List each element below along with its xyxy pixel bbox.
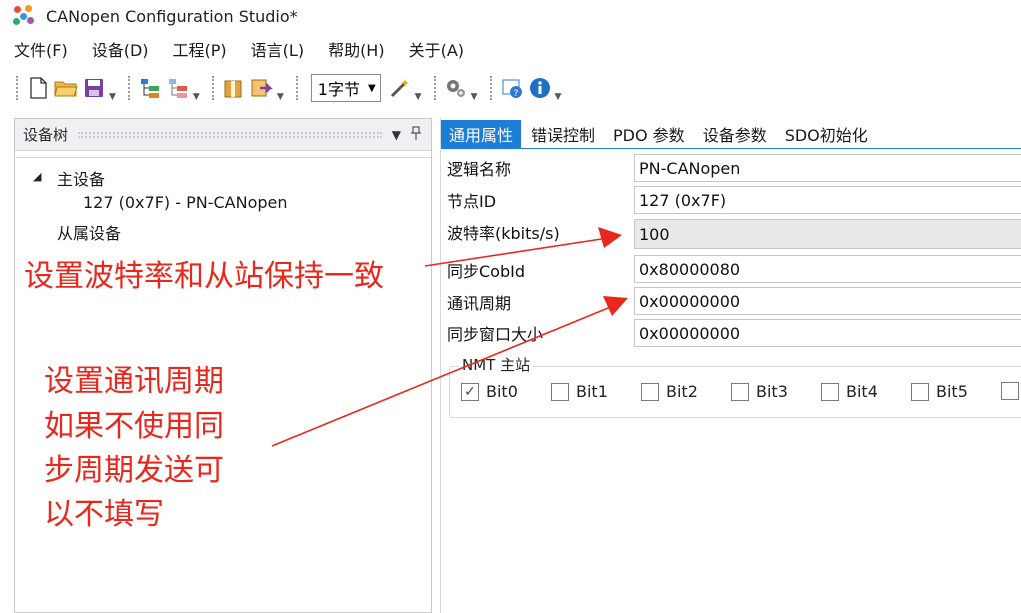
panel-header: 设备树 ▼ <box>15 119 431 151</box>
toolbar-grip[interactable] <box>127 76 131 100</box>
period-annotation-line4: 以不填写 <box>44 497 164 532</box>
baud-rate-annotation: 设置波特率和从站保持一致 <box>24 259 384 294</box>
import-icon[interactable] <box>249 75 275 101</box>
period-annotation-line1: 设置通讯周期 <box>44 364 224 399</box>
remove-device-icon[interactable] <box>165 75 191 101</box>
nmt-bit3-checkbox[interactable]: Bit3 <box>731 382 788 401</box>
tab-pdo[interactable]: PDO 参数 <box>605 120 693 148</box>
tab-general[interactable]: 通用属性 <box>441 120 522 148</box>
bit-label: Bit0 <box>486 382 518 401</box>
bit-label: Bit2 <box>666 382 698 401</box>
sync-cobid-field[interactable]: 0x80000080 <box>634 255 1021 283</box>
expand-arrow-icon[interactable]: ◢ <box>33 170 41 183</box>
bit-label: Bit1 <box>576 382 608 401</box>
export-icon[interactable] <box>221 75 247 101</box>
nmt-bit0-checkbox[interactable]: ✓ Bit0 <box>461 382 518 401</box>
bit-label: Bit4 <box>846 382 878 401</box>
sync-window-label: 同步窗口大小 <box>447 325 544 344</box>
magic-wand-icon[interactable] <box>387 75 413 101</box>
period-annotation-line2: 如果不使用同 <box>44 409 224 444</box>
tab-underline <box>441 148 1021 149</box>
panel-title: 设备树 <box>23 126 69 144</box>
sync-window-field[interactable]: 0x00000000 <box>634 319 1021 347</box>
menu-file[interactable]: 文件(F) <box>14 37 68 61</box>
add-device-icon[interactable] <box>137 75 163 101</box>
properties-panel: 通用属性 错误控制 PDO 参数 设备参数 SDO初始化 逻辑名称 PN-CAN… <box>440 118 1021 613</box>
sync-cobid-label: 同步CobId <box>447 262 525 281</box>
app-logo-icon <box>12 4 36 28</box>
bit-label: Bit3 <box>756 382 788 401</box>
chevron-down-icon[interactable]: ▼ <box>109 92 116 108</box>
menu-help[interactable]: 帮助(H) <box>328 37 385 61</box>
unit-select-value: 1字节 <box>317 80 360 99</box>
logical-name-field[interactable]: PN-CANopen <box>634 154 1021 182</box>
tree-item-master-node[interactable]: 127 (0x7F) - PN-CANopen <box>83 193 288 212</box>
toolbar: ▼ ▼ ▼ 1字节 ▼ ▼ ▼ ? ▼ <box>0 68 1021 108</box>
toolbar-grip[interactable] <box>489 76 493 100</box>
open-folder-icon[interactable] <box>53 75 79 101</box>
checkmark-icon: ✓ <box>461 382 479 401</box>
nmt-bit1-checkbox[interactable]: Bit1 <box>551 382 608 401</box>
menu-device[interactable]: 设备(D) <box>92 37 149 61</box>
nmt-bit6-checkbox[interactable] <box>1001 382 1021 400</box>
bit-label: Bit5 <box>936 382 968 401</box>
node-id-label: 节点ID <box>447 192 497 211</box>
tab-bar: 通用属性 错误控制 PDO 参数 设备参数 SDO初始化 <box>441 118 1021 148</box>
panel-drag-handle[interactable] <box>78 131 382 138</box>
title-bar: CANopen Configuration Studio* <box>0 0 1021 32</box>
new-file-icon[interactable] <box>25 75 51 101</box>
info-icon[interactable] <box>527 75 553 101</box>
toolbar-grip[interactable] <box>295 76 299 100</box>
baud-rate-select[interactable]: 100 <box>634 219 1021 249</box>
tab-device-params[interactable]: 设备参数 <box>695 120 775 148</box>
menu-about[interactable]: 关于(A) <box>409 37 464 61</box>
toolbar-grip[interactable] <box>211 76 215 100</box>
unit-select[interactable]: 1字节 ▼ <box>310 74 381 102</box>
period-annotation-line3: 步周期发送可 <box>44 453 224 488</box>
nmt-master-title: NMT 主站 <box>459 354 534 375</box>
save-icon[interactable] <box>81 75 107 101</box>
comm-period-label: 通讯周期 <box>447 294 512 313</box>
tree-item-slaves[interactable]: 从属设备 <box>57 220 121 244</box>
logical-name-label: 逻辑名称 <box>447 160 512 179</box>
chevron-down-icon: ▼ <box>367 82 376 94</box>
baud-rate-label: 波特率(kbits/s) <box>447 224 560 243</box>
toolbar-grip[interactable] <box>433 76 437 100</box>
toolbar-grip[interactable] <box>16 76 19 100</box>
menu-bar: 文件(F) 设备(D) 工程(P) 语言(L) 帮助(H) 关于(A) <box>0 34 1021 64</box>
settings-icon[interactable] <box>443 75 469 101</box>
menu-language[interactable]: 语言(L) <box>251 37 304 61</box>
svg-text:?: ? <box>513 89 518 99</box>
tab-sdo-init[interactable]: SDO初始化 <box>777 120 876 148</box>
help-icon[interactable]: ? <box>499 75 525 101</box>
chevron-down-icon[interactable]: ▼ <box>471 92 478 108</box>
window-title: CANopen Configuration Studio* <box>46 6 298 26</box>
nmt-bit2-checkbox[interactable]: Bit2 <box>641 382 698 401</box>
chevron-down-icon[interactable]: ▼ <box>555 92 562 108</box>
chevron-down-icon[interactable]: ▼ <box>415 92 422 108</box>
tree-item-master[interactable]: 主设备 <box>57 166 105 190</box>
menu-project[interactable]: 工程(P) <box>173 37 227 61</box>
node-id-field[interactable]: 127 (0x7F) <box>634 186 1021 214</box>
pin-icon[interactable] <box>411 126 421 143</box>
chevron-down-icon[interactable]: ▼ <box>392 128 401 142</box>
chevron-down-icon[interactable]: ▼ <box>277 92 284 108</box>
chevron-down-icon[interactable]: ▼ <box>193 92 200 108</box>
nmt-bit4-checkbox[interactable]: Bit4 <box>821 382 878 401</box>
comm-period-field[interactable]: 0x00000000 <box>634 287 1021 315</box>
nmt-bit5-checkbox[interactable]: Bit5 <box>911 382 968 401</box>
tab-error-control[interactable]: 错误控制 <box>523 120 603 148</box>
